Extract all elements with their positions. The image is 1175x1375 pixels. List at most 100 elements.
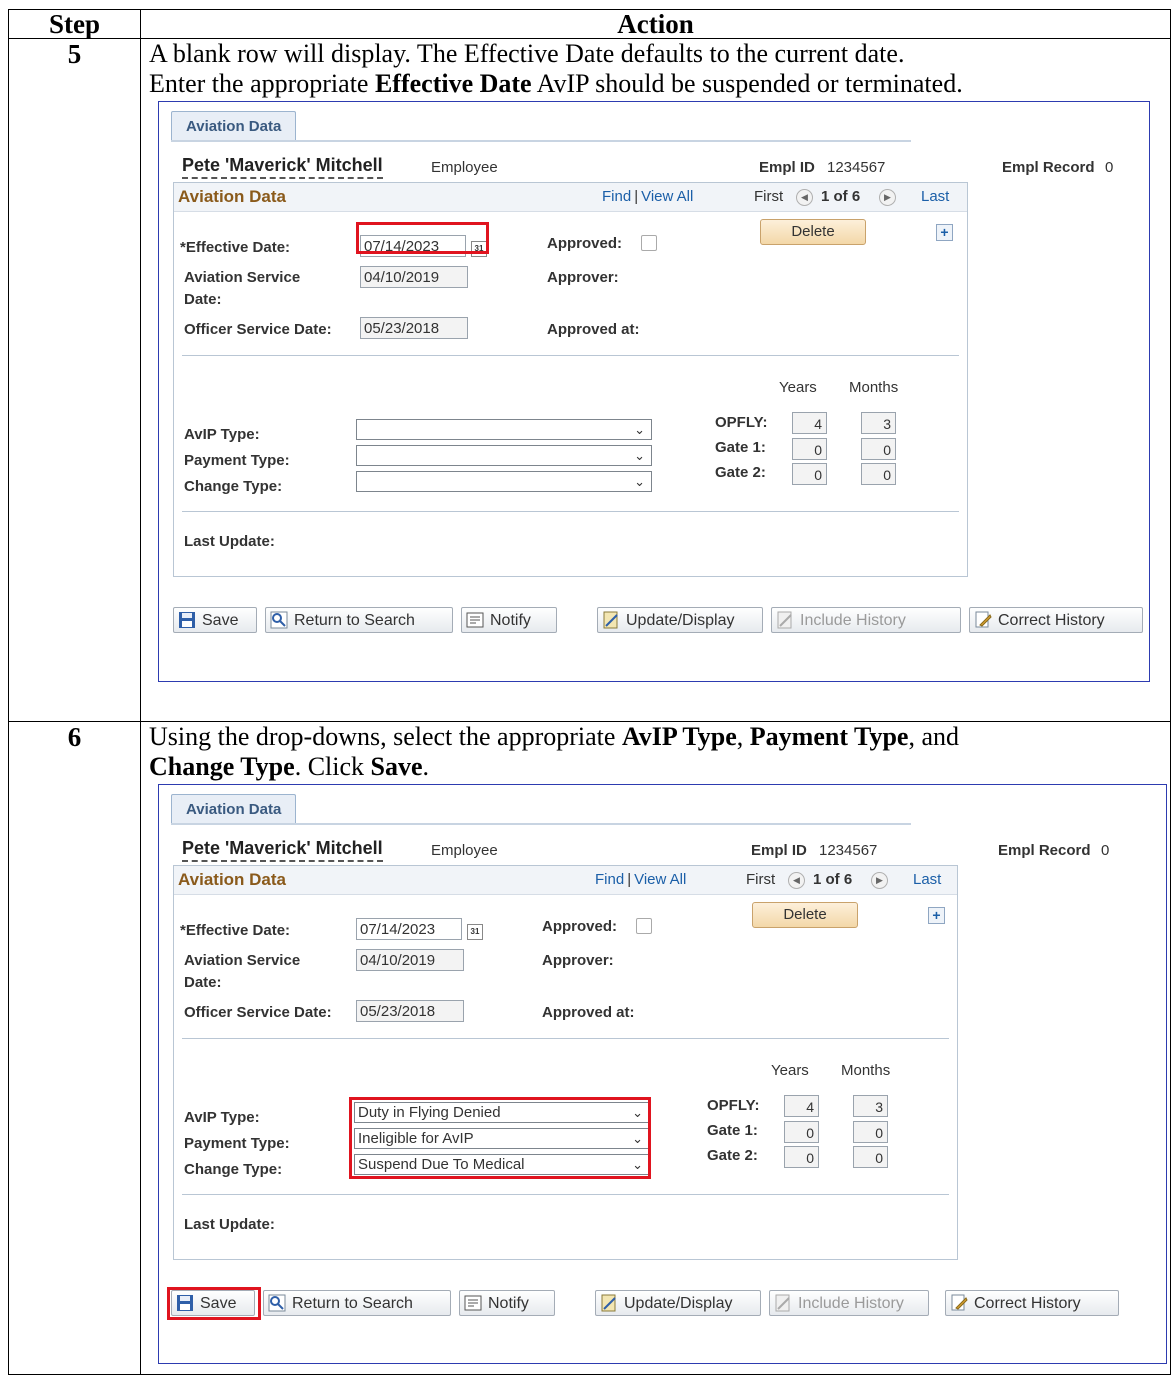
employee-name-link[interactable]: Pete 'Maverick' Mitchell: [182, 838, 383, 862]
update-display-icon: [600, 1294, 618, 1312]
opfly-months-field: 3: [861, 412, 896, 434]
return-to-search-button[interactable]: Return to Search: [265, 607, 453, 633]
gate2-years-field: 0: [784, 1146, 819, 1168]
instruction-bold: Effective Date: [374, 69, 532, 98]
empl-record-value: 0: [1105, 159, 1114, 176]
table-row: 5 A blank row will display. The Effectiv…: [8, 38, 1171, 722]
return-to-search-button[interactable]: Return to Search: [263, 1290, 451, 1316]
empl-id-value: 1234567: [819, 842, 878, 859]
first-label[interactable]: First: [746, 871, 775, 888]
first-label[interactable]: First: [754, 188, 783, 205]
action-toolbar: Save Return to Search Notify Update/Disp…: [171, 1290, 1141, 1316]
save-label: Save: [202, 612, 239, 629]
employee-role: Employee: [431, 842, 498, 859]
highlight-box: [167, 1287, 261, 1320]
avip-type-label: AvIP Type:: [184, 1109, 260, 1126]
return-to-search-label: Return to Search: [294, 612, 415, 629]
instruction-text: ,: [736, 722, 750, 751]
screenshot-aviation-data: Aviation Data Pete 'Maverick' Mitchell E…: [158, 101, 1150, 682]
instruction-text: . Click: [294, 752, 371, 781]
approved-label: Approved:: [542, 918, 617, 935]
tab-aviation-data[interactable]: Aviation Data: [171, 111, 297, 141]
view-all-link[interactable]: View All: [641, 188, 693, 205]
aviation-data-panel: Aviation Data Find | View All First ◀ 1 of…: [173, 865, 958, 1260]
correct-history-button[interactable]: Correct History: [969, 607, 1143, 633]
highlight-box: [349, 1097, 651, 1179]
instruction-text: AvIP should be suspended or terminated.: [531, 69, 963, 98]
aviation-service-date-label: Aviation Service: [184, 952, 301, 969]
approved-checkbox[interactable]: [636, 918, 652, 934]
instruction-bold: Payment Type: [749, 722, 909, 751]
find-links: Find | View All: [602, 188, 693, 205]
delete-button[interactable]: Delete: [760, 219, 866, 245]
instruction-text: A blank row will display. The Effective …: [149, 39, 905, 68]
avip-type-select[interactable]: ⌄: [356, 419, 652, 440]
tab-underline: [171, 140, 911, 142]
update-display-button[interactable]: Update/Display: [595, 1290, 761, 1316]
notify-label: Notify: [488, 1295, 529, 1312]
procedure-table: Step Action 5 A blank row will display. …: [8, 9, 1171, 1375]
return-to-search-label: Return to Search: [292, 1295, 413, 1312]
aviation-data-panel: Aviation Data Find | View All First ◀ 1 of…: [173, 182, 968, 577]
include-history-label: Include History: [798, 1295, 904, 1312]
correct-history-button[interactable]: Correct History: [945, 1290, 1119, 1316]
chevron-down-icon: ⌄: [634, 422, 645, 437]
gate2-label: Gate 2:: [707, 1147, 758, 1164]
aviation-service-date-field: 04/10/2019: [360, 266, 468, 288]
approver-label: Approver:: [547, 269, 619, 286]
payment-type-select[interactable]: ⌄: [356, 445, 652, 466]
panel-title: Aviation Data: [178, 187, 287, 206]
instruction-text: .: [422, 752, 430, 781]
employee-name-link[interactable]: Pete 'Maverick' Mitchell: [182, 155, 383, 179]
action-cell: Using the drop-downs, select the appropr…: [140, 721, 1171, 1375]
notify-button[interactable]: Notify: [459, 1290, 555, 1316]
include-history-icon: [774, 1294, 792, 1312]
tab-aviation-data[interactable]: Aviation Data: [171, 794, 297, 824]
last-link[interactable]: Last: [913, 871, 941, 888]
previous-arrow-icon[interactable]: ◀: [796, 189, 813, 206]
step-number: 5: [8, 38, 141, 722]
notify-icon: [466, 611, 484, 629]
years-label: Years: [779, 379, 817, 396]
divider: [182, 511, 959, 512]
effective-date-input[interactable]: 07/14/2023: [356, 918, 462, 940]
gate2-years-field: 0: [792, 463, 827, 485]
instruction-line: Using the drop-downs, select the appropr…: [141, 722, 1170, 752]
view-all-link[interactable]: View All: [634, 871, 686, 888]
correct-history-label: Correct History: [998, 612, 1105, 629]
find-link[interactable]: Find: [602, 188, 631, 205]
aviation-service-date-field: 04/10/2019: [356, 949, 464, 971]
notify-button[interactable]: Notify: [461, 607, 557, 633]
chevron-down-icon: ⌄: [634, 448, 645, 463]
gate2-months-field: 0: [853, 1146, 888, 1168]
calendar-icon[interactable]: 31: [467, 924, 483, 940]
officer-service-date-field: 05/23/2018: [356, 1000, 464, 1022]
update-display-button[interactable]: Update/Display: [597, 607, 763, 633]
add-row-plus-icon[interactable]: +: [936, 224, 953, 241]
change-type-select[interactable]: ⌄: [356, 471, 652, 492]
employee-role: Employee: [431, 159, 498, 176]
approver-label: Approver:: [542, 952, 614, 969]
include-history-button[interactable]: Include History: [769, 1290, 929, 1316]
aviation-service-date-label: Date:: [184, 974, 222, 991]
approved-checkbox[interactable]: [641, 235, 657, 251]
gate1-label: Gate 1:: [715, 439, 766, 456]
approved-at-label: Approved at:: [547, 321, 640, 338]
delete-button[interactable]: Delete: [752, 902, 858, 928]
opfly-years-field: 4: [792, 412, 827, 434]
include-history-button[interactable]: Include History: [771, 607, 961, 633]
next-arrow-icon[interactable]: ▶: [871, 872, 888, 889]
empl-record-label: Empl Record: [998, 842, 1091, 859]
empl-id-value: 1234567: [827, 159, 886, 176]
gate2-months-field: 0: [861, 463, 896, 485]
months-label: Months: [841, 1062, 891, 1079]
gate1-years-field: 0: [792, 438, 827, 460]
previous-arrow-icon[interactable]: ◀: [788, 872, 805, 889]
add-row-plus-icon[interactable]: +: [928, 907, 945, 924]
last-link[interactable]: Last: [921, 188, 949, 205]
save-button[interactable]: Save: [173, 607, 257, 633]
correct-history-icon: [974, 611, 992, 629]
header-step: Step: [8, 9, 141, 39]
find-link[interactable]: Find: [595, 871, 624, 888]
next-arrow-icon[interactable]: ▶: [879, 189, 896, 206]
